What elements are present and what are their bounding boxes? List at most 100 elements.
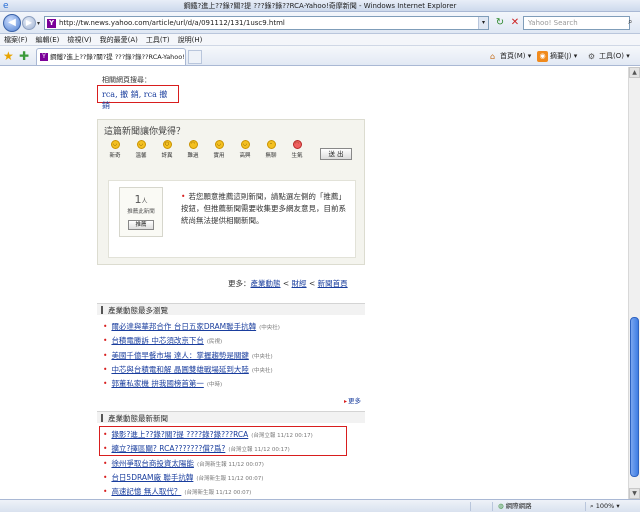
menu-tools[interactable]: 工具(T) [142,34,174,46]
menu-edit[interactable]: 編輯(E) [32,34,64,46]
list-item[interactable]: • 徐州爭取台商投資太陽能 (台灣新生報 11/12 00:07) [103,458,264,469]
forward-button[interactable]: ▶ [22,16,36,30]
news-link[interactable]: 徐州爭取台商投資太陽能 [111,459,194,468]
related-search-link[interactable]: rca, 撤 銷, rca 撤銷 [102,90,167,110]
smiley-icon: ◡ [110,140,120,149]
section-bar [101,414,103,422]
menu-view[interactable]: 檢視(V) [63,34,95,46]
new-tab-button[interactable] [188,50,202,64]
menu-help[interactable]: 說明(H) [174,34,207,46]
menu-file[interactable]: 檔案(F) [0,34,32,46]
recommend-button[interactable]: 推薦 [128,220,154,230]
search-input[interactable]: Yahoo! Search [523,16,630,30]
scrollbar-thumb[interactable] [630,317,639,477]
section-header-latest: 產業動態最新新聞 [97,411,365,423]
separator: < [306,279,318,288]
more-popular-link[interactable]: ▸更多 [344,395,361,405]
news-link[interactable]: 錄影?進上??錄?關?提 ????錄?錄???RCA [111,430,248,439]
scroll-down-icon[interactable]: ▼ [629,488,640,499]
face-option[interactable]: ◠ 生氣 [286,140,308,159]
news-source: (中央社) [259,325,280,331]
zoom-control[interactable]: ⌕ 100% ▾ [590,501,620,512]
recommend-count: 1人 [120,193,162,206]
history-dropdown-icon[interactable]: ▾ [37,20,40,27]
link-news-home[interactable]: 新聞首頁 [318,279,348,288]
stop-button[interactable]: ✕ [508,16,522,30]
list-item[interactable]: • 中芯與台積電和解 晶圓雙雄戰場延到大陸 (中央社) [103,364,273,375]
rating-title: 這篇新聞讓你覺得？ [104,127,186,137]
face-option[interactable]: ◡ 溫馨 [130,140,152,159]
bored-icon: – [266,140,276,149]
smiley-icon: ◡ [136,140,146,149]
address-input[interactable]: Y http://tw.news.yahoo.com/article/url/d… [44,16,489,30]
list-item[interactable]: • 錄影?進上??錄?關?提 ????錄?錄???RCA (台灣立報 11/12 0… [103,429,313,440]
recommend-text-body: 若您願意推薦這則新聞，請點選左側的「推薦」按鈕，但推薦新聞需要收集更多網友意見，… [181,192,346,225]
status-divider [470,502,471,511]
face-option[interactable]: ◡ 高興 [234,140,256,159]
smiley-icon: ○ [162,140,172,149]
menu-favorites[interactable]: 我的最愛(A) [96,34,142,46]
bullet-icon: • [103,473,108,482]
section-header-popular: 產業動態最多瀏覽 [97,303,365,315]
favorites-star-icon[interactable]: ★ [3,49,14,63]
news-link[interactable]: 擴立?擇區關? RCA???????償?爲? [111,444,225,453]
gear-icon: ⚙ [587,51,596,61]
sad-icon: ◠ [188,140,198,149]
rating-panel: 這篇新聞讓你覺得？ ◡ 新奇 ◡ 溫馨 ○ 訝異 ◠ 難過 ◡ 實用 ◡ 高興 – 無聊 ◠ 生… [97,119,365,265]
menu-bar: 檔案(F) 編輯(E) 檢視(V) 我的最愛(A) 工具(T) 說明(H) [0,34,640,46]
link-finance[interactable]: 財經 [292,279,307,288]
address-url: http://tw.news.yahoo.com/article/url/d/a… [59,19,285,27]
address-toolbar: ◀ ▶ ▾ Y http://tw.news.yahoo.com/article… [0,12,640,34]
magnifier-icon: ⌕ [590,502,594,510]
news-link[interactable]: 高速記憶 無人取代？ [111,487,181,496]
bullet-icon: • [103,365,108,374]
face-option[interactable]: – 無聊 [260,140,282,159]
news-link[interactable]: 郭董私家機 拚我國榜首第一 [111,379,203,388]
list-item[interactable]: • 郭董私家機 拚我國榜首第一 (中時) [103,378,222,389]
feeds-button[interactable]: ◉ 摘要(J) ▾ [537,50,577,63]
rating-submit-button[interactable]: 送 出 [320,148,352,160]
bullet-icon: • [181,192,186,201]
add-favorites-icon[interactable]: ✚ [19,49,29,63]
link-industry[interactable]: 產業動態 [251,279,281,288]
tab-current[interactable]: Y 鋼鐵?進上??錄?關?提 ???錄?錄??RCA-Yahoo!... [36,48,186,65]
news-link[interactable]: 美國千億早餐市場 達人：掌握趨勢是關鍵 [111,351,248,360]
status-divider [585,502,586,511]
window-title: 鋼鐵?進上??錄?關?提 ???錄?錄??RCA-Yahoo!奇摩新聞 - Wi… [183,2,457,10]
list-item[interactable]: • 美國千億早餐市場 達人：掌握趨勢是關鍵 (中央社) [103,350,273,361]
section-title: 產業動態最多瀏覽 [108,306,168,315]
vertical-scrollbar[interactable]: ▲ ▼ [628,67,640,499]
tools-button[interactable]: ⚙ 工具(O) ▾ [586,50,630,63]
face-label: 溫馨 [135,153,147,159]
face-option[interactable]: ◠ 難過 [182,140,204,159]
home-button[interactable]: ⌂ 首頁(M) ▾ [487,50,531,63]
bullet-icon: • [103,459,108,468]
list-item[interactable]: • 高速記憶 無人取代？ (台灣新生報 11/12 00:07) [103,486,251,497]
list-item[interactable]: • 爾必達與華邦合作 台日五家DRAM聯手抗韓 (中央社) [103,321,280,332]
face-option[interactable]: ○ 訝異 [156,140,178,159]
bullet-icon: • [103,351,108,360]
home-label: 首頁(M) [500,52,526,60]
more-popular-label: 更多 [348,397,362,405]
news-link[interactable]: 台日5DRAM廠 聯手抗韓 [111,473,193,482]
smiley-icon: ◡ [214,140,224,149]
scroll-up-icon[interactable]: ▲ [629,67,640,78]
search-icon[interactable]: ⌕ [628,17,632,27]
news-link[interactable]: 爾必達與華邦合作 台日五家DRAM聯手抗韓 [111,322,256,331]
news-link[interactable]: 台積電勝訴 中芯須改京下台 [111,336,203,345]
list-item[interactable]: • 台積電勝訴 中芯須改京下台 (民視) [103,335,222,346]
refresh-button[interactable]: ↻ [493,16,507,30]
list-item[interactable]: • 台日5DRAM廠 聯手抗韓 (台灣新生報 11/12 00:07) [103,472,263,483]
tab-label: 鋼鐵?進上??錄?關?提 ???錄?錄??RCA-Yahoo!... [50,53,186,61]
globe-icon: ◍ [498,502,504,510]
list-item[interactable]: • 擴立?擇區關? RCA???????償?爲? (台灣立報 11/12 00:17… [103,443,290,454]
news-link[interactable]: 中芯與台積電和解 晶圓雙雄戰場延到大陸 [111,365,248,374]
separator: < [280,279,292,288]
news-source: (民視) [206,339,223,345]
recommend-count-unit: 人 [141,198,148,205]
status-divider [492,502,493,511]
back-button[interactable]: ◀ [3,14,21,32]
face-option[interactable]: ◡ 新奇 [104,140,126,159]
address-dropdown-icon[interactable]: ▾ [478,17,488,29]
face-option[interactable]: ◡ 實用 [208,140,230,159]
